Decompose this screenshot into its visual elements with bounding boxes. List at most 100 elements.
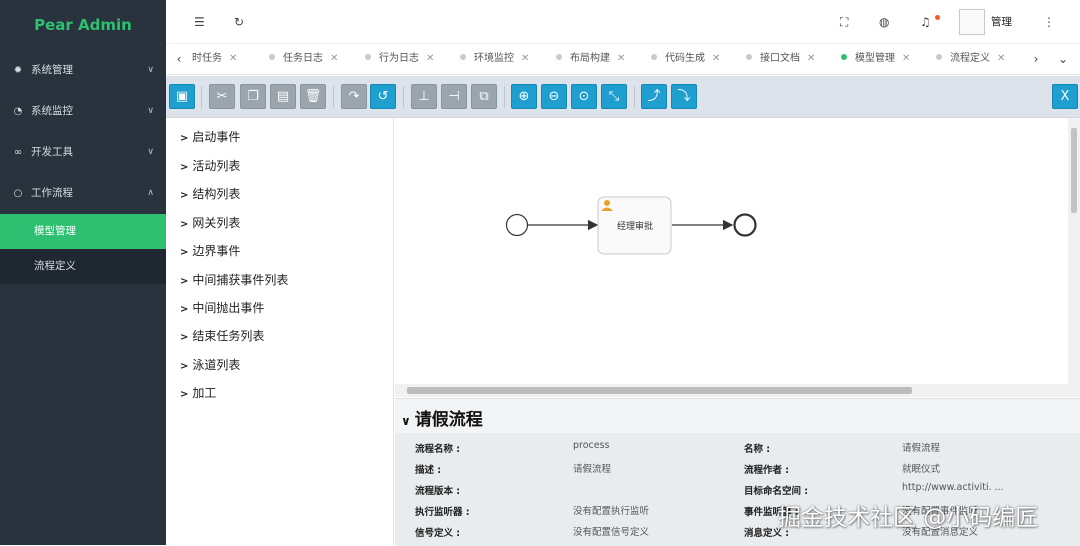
close-icon[interactable]: ✕: [521, 53, 529, 64]
bell-icon[interactable]: ♫: [920, 0, 931, 44]
chevron-up-icon: ∧: [147, 188, 154, 198]
caret-right-icon: >: [180, 162, 189, 173]
close-icon[interactable]: ✕: [617, 53, 625, 64]
property-value[interactable]: 没有配置信号定义: [573, 524, 649, 538]
caret-right-icon: >: [180, 332, 189, 343]
toolbar-divider: [403, 86, 404, 108]
sidebar-item-system-management[interactable]: ✹ 系统管理 ∨: [0, 50, 166, 91]
zoom-in-button[interactable]: ⊕: [511, 84, 537, 109]
diagram-svg: 经理审批: [505, 196, 757, 255]
redo-button[interactable]: ↷: [341, 84, 367, 109]
palette-group-artifacts[interactable]: > 加工: [180, 383, 216, 403]
tab-task-log[interactable]: 任务日志 ✕: [269, 44, 338, 74]
close-editor-button[interactable]: X: [1052, 84, 1078, 109]
tab-code-generator[interactable]: 代码生成 ✕: [651, 44, 720, 74]
close-icon[interactable]: ✕: [902, 53, 910, 64]
caret-right-icon: >: [180, 133, 189, 144]
sidebar-item-workflow[interactable]: ○ 工作流程 ∧: [0, 173, 166, 214]
cut-button[interactable]: ✂: [209, 84, 235, 109]
tab-scroll-right-icon[interactable]: ›: [1023, 44, 1049, 74]
bend-add-icon: ⤴: [647, 89, 661, 104]
close-icon[interactable]: ✕: [807, 53, 815, 64]
bend-remove-button[interactable]: ⤵: [671, 84, 697, 109]
shape-palette: > 启动事件 > 活动列表 > 结构列表 > 网关列表 > 边界事件 > 中间捕获事件列表 …: [166, 118, 394, 545]
property-label: 流程版本 :: [415, 486, 461, 497]
palette-group-swimlanes[interactable]: > 泳道列表: [180, 355, 240, 375]
copy-button[interactable]: ❐: [240, 84, 266, 109]
tab-behavior-log[interactable]: 行为日志 ✕: [365, 44, 434, 74]
user-name[interactable]: 管理: [991, 0, 1012, 44]
refresh-icon[interactable]: ↻: [234, 0, 244, 44]
property-value[interactable]: 没有配置执行监听: [573, 503, 649, 517]
palette-group-end-events[interactable]: > 结束任务列表: [180, 326, 264, 346]
more-vertical-icon[interactable]: ⋮: [1043, 0, 1055, 44]
scroll-thumb[interactable]: [407, 387, 912, 394]
zoom-out-button[interactable]: ⊖: [541, 84, 567, 109]
close-icon[interactable]: ✕: [229, 53, 237, 64]
sidebar: Pear Admin ✹ 系统管理 ∨ ◔ 系统监控 ∨ ∞ 开发工具 ∨ ○ …: [0, 0, 166, 545]
caret-right-icon: >: [180, 304, 189, 315]
sidebar-item-process-definition[interactable]: 流程定义: [0, 249, 166, 284]
tab-model-management[interactable]: 模型管理 ✕: [841, 44, 910, 74]
palette-group-structural[interactable]: > 结构列表: [180, 184, 240, 204]
redo-icon: ↷: [348, 89, 360, 104]
property-value[interactable]: process: [573, 440, 610, 451]
properties-title[interactable]: ∨ 请假流程: [401, 405, 483, 430]
scroll-thumb[interactable]: [1071, 128, 1077, 213]
globe-icon[interactable]: ◍: [879, 0, 889, 44]
fullscreen-icon[interactable]: ⛶: [840, 0, 848, 44]
sidebar-item-system-monitor[interactable]: ◔ 系统监控 ∨: [0, 91, 166, 132]
sidebar-item-model-management[interactable]: 模型管理: [0, 214, 166, 249]
avatar[interactable]: [959, 9, 985, 35]
zoom-fit-button[interactable]: ⤡: [601, 84, 627, 109]
bend-add-button[interactable]: ⤴: [641, 84, 667, 109]
palette-group-intermediate-catch[interactable]: > 中间捕获事件列表: [180, 270, 288, 290]
tab-dropdown-icon[interactable]: ⌄: [1050, 44, 1076, 74]
close-icon[interactable]: ✕: [997, 53, 1005, 64]
align-vertical-icon: ⊥: [418, 89, 430, 104]
chevron-down-icon: ∨: [147, 65, 154, 75]
delete-button[interactable]: 🗑: [300, 84, 326, 109]
property-label: 流程作者 :: [744, 465, 790, 476]
end-event[interactable]: [733, 213, 757, 237]
app-logo[interactable]: Pear Admin: [0, 0, 166, 50]
tab-scheduled-task[interactable]: 时任务 ✕: [192, 44, 237, 74]
palette-group-intermediate-throw[interactable]: > 中间抛出事件: [180, 298, 264, 318]
horizontal-scrollbar[interactable]: [395, 384, 1080, 397]
palette-group-boundary-events[interactable]: > 边界事件: [180, 241, 240, 261]
zoom-actual-button[interactable]: ⊙: [571, 84, 597, 109]
tab-bar: ‹ 时任务 ✕ 任务日志 ✕ 行为日志 ✕ 环境监控 ✕ 布局构建 ✕ 代码生成 ✕ 接口文…: [166, 44, 1080, 75]
close-icon[interactable]: ✕: [330, 53, 338, 64]
sidebar-item-dev-tools[interactable]: ∞ 开发工具 ∨: [0, 132, 166, 173]
tab-process-definition[interactable]: 流程定义 ✕: [936, 44, 1005, 74]
toolbar-divider: [201, 86, 202, 108]
tab-api-docs[interactable]: 接口文档 ✕: [746, 44, 815, 74]
notification-dot: [935, 15, 940, 20]
start-event[interactable]: [505, 213, 529, 237]
paste-button[interactable]: ▤: [270, 84, 296, 109]
property-value[interactable]: http://www.activiti. ...: [902, 482, 1004, 493]
tab-scroll-left-icon[interactable]: ‹: [166, 44, 192, 74]
tab-layout-builder[interactable]: 布局构建 ✕: [556, 44, 625, 74]
save-button[interactable]: ▣: [169, 84, 195, 109]
palette-group-gateways[interactable]: > 网关列表: [180, 213, 240, 233]
menu-fold-icon[interactable]: ☰: [194, 0, 205, 44]
undo-button[interactable]: ↺: [370, 84, 396, 109]
palette-group-start-event[interactable]: > 启动事件: [180, 127, 240, 147]
property-value[interactable]: 请假流程: [573, 461, 611, 475]
property-value[interactable]: 就眠仪式: [902, 461, 940, 475]
property-value[interactable]: 请假流程: [902, 440, 940, 454]
tab-env-monitor[interactable]: 环境监控 ✕: [460, 44, 529, 74]
diagram-canvas[interactable]: 经理审批: [395, 118, 1080, 397]
tab-dot: [269, 54, 275, 60]
align-vertical-button[interactable]: ⊥: [411, 84, 437, 109]
palette-group-activities[interactable]: > 活动列表: [180, 156, 240, 176]
property-label: 目标命名空间 :: [744, 486, 809, 497]
close-icon[interactable]: ✕: [712, 53, 720, 64]
top-header: ☰ ↻ ⛶ ◍ ♫ 管理 ⋮: [166, 0, 1080, 44]
caret-right-icon: >: [180, 219, 189, 230]
close-icon[interactable]: ✕: [426, 53, 434, 64]
same-size-button[interactable]: ⧉: [471, 84, 497, 109]
align-horizontal-button[interactable]: ⊣: [441, 84, 467, 109]
vertical-scrollbar[interactable]: [1068, 118, 1080, 384]
